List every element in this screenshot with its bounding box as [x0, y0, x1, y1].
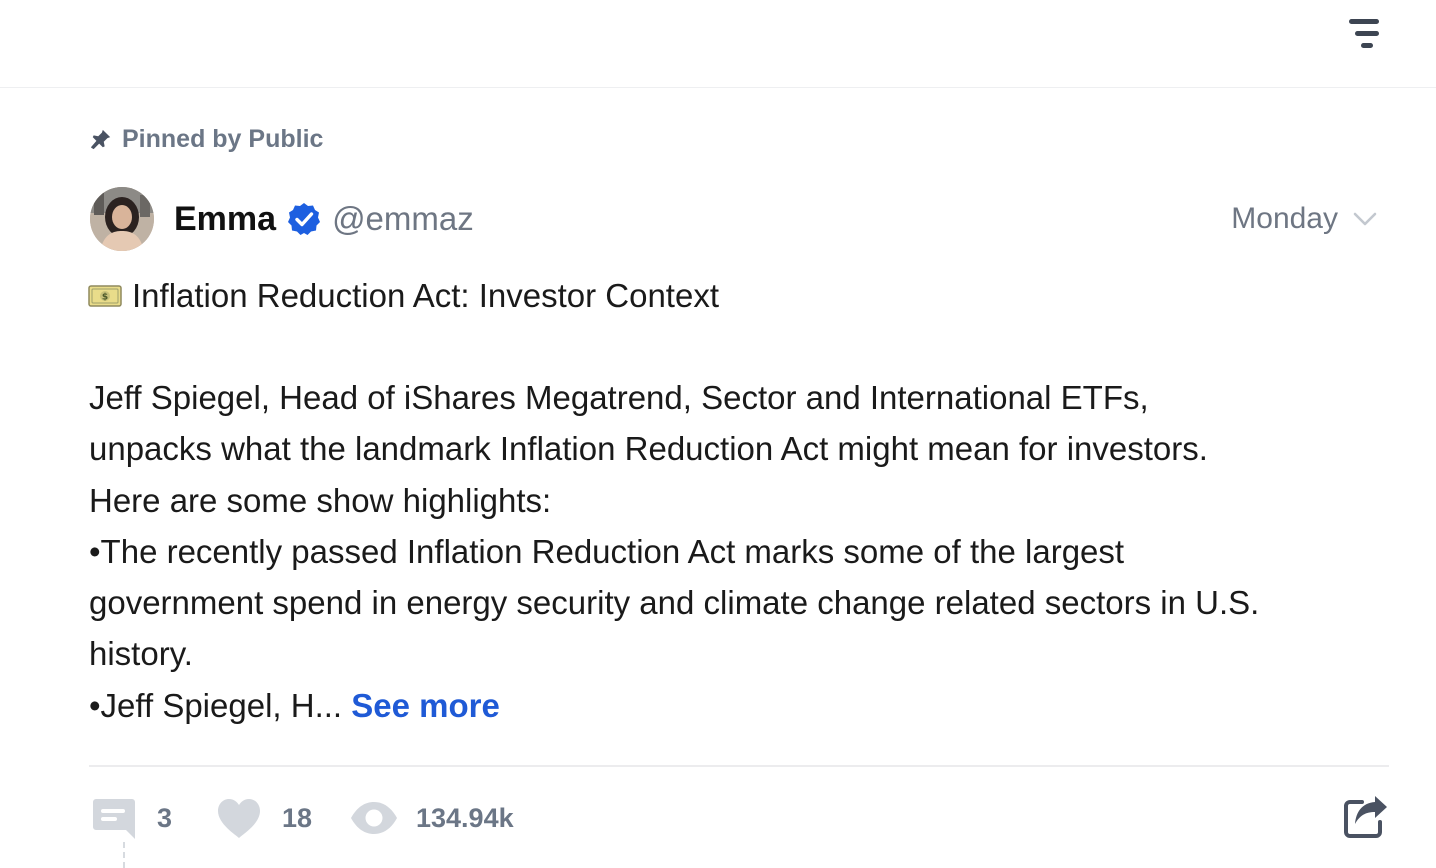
views-indicator: 134.94k: [350, 790, 514, 846]
post-body: Jeff Spiegel, Head of iShares Megatrend,…: [89, 372, 1389, 731]
top-bar: [0, 0, 1436, 88]
divider: [89, 765, 1389, 767]
pinned-label: Pinned by Public: [122, 124, 324, 153]
body-line: history.: [89, 635, 193, 673]
see-more-link[interactable]: See more: [351, 687, 500, 724]
body-line: Here are some show highlights:: [89, 481, 552, 519]
share-icon[interactable]: [1344, 794, 1388, 838]
comment-count: 3: [157, 802, 173, 833]
post-actions: 3 18 134.94k: [92, 790, 1392, 846]
post-title-text: Inflation Reduction Act: Investor Contex…: [132, 277, 719, 314]
pin-icon: [90, 129, 111, 150]
pinned-indicator: Pinned by Public: [90, 124, 323, 154]
comment-button[interactable]: 3: [92, 790, 172, 846]
heart-icon: [218, 799, 260, 838]
filter-lines-icon[interactable]: [1344, 16, 1384, 56]
dollar-bill-icon: $: [88, 285, 122, 307]
like-count: 18: [282, 802, 313, 833]
comment-icon: [93, 799, 135, 839]
svg-text:$: $: [102, 293, 108, 303]
body-line: Jeff Spiegel, Head of iShares Megatrend,…: [89, 379, 1149, 416]
author-name[interactable]: Emma: [174, 200, 276, 239]
post-date-menu[interactable]: Monday: [1231, 202, 1380, 236]
author-handle[interactable]: @emmaz: [332, 200, 474, 238]
body-line: government spend in energy security and …: [89, 584, 1260, 622]
post-header: Emma @emmaz Monday: [90, 186, 1380, 252]
verified-badge-icon: [286, 201, 322, 237]
post-title: $ Inflation Reduction Act: Investor Cont…: [88, 276, 719, 316]
like-button[interactable]: 18: [216, 790, 312, 846]
body-line: •The recently passed Inflation Reduction…: [89, 532, 1125, 570]
view-count: 134.94k: [416, 802, 514, 833]
chevron-down-icon: [1353, 212, 1377, 226]
eye-icon: [351, 802, 397, 834]
body-line: unpacks what the landmark Inflation Redu…: [89, 430, 1208, 468]
truncated-text: •Jeff Spiegel, H...: [89, 686, 343, 724]
post-date: Monday: [1231, 202, 1338, 235]
avatar[interactable]: [90, 187, 154, 251]
body-line-truncated: •Jeff Spiegel, H... See more: [89, 680, 1389, 731]
thread-line: [123, 842, 125, 868]
